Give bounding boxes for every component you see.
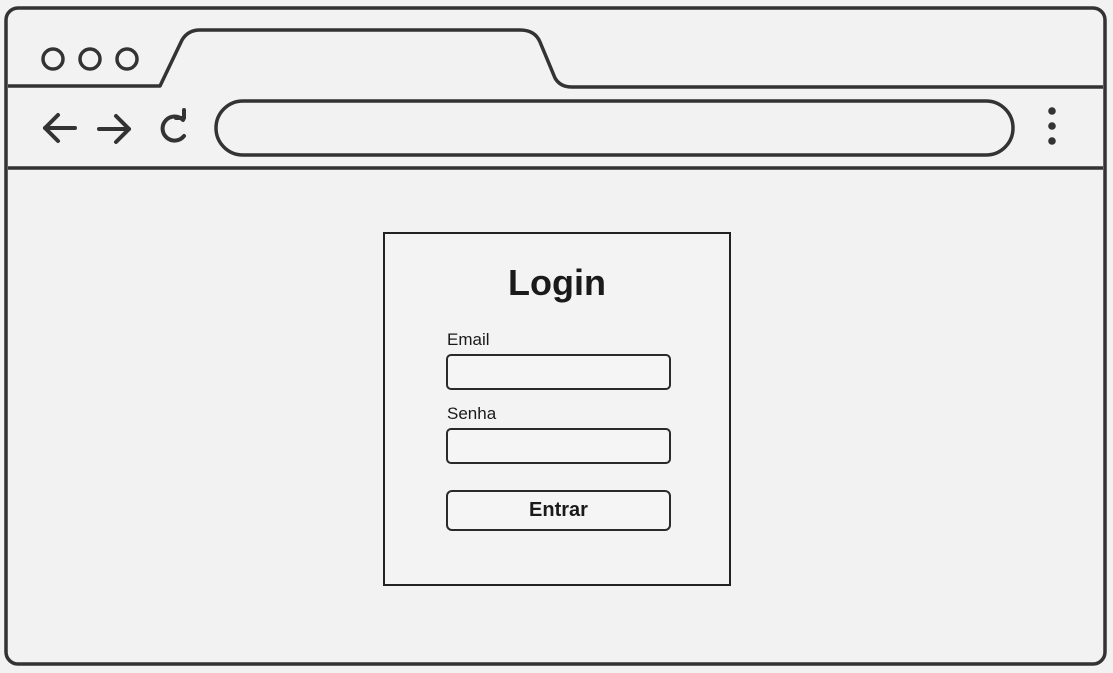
window-minimize-button[interactable] bbox=[78, 47, 102, 71]
login-title: Login bbox=[508, 262, 606, 303]
forward-button[interactable] bbox=[93, 110, 137, 148]
password-label: Senha bbox=[447, 404, 497, 423]
reload-button[interactable] bbox=[152, 108, 194, 150]
password-field[interactable] bbox=[446, 428, 671, 464]
browser-window: Login Email Senha Entrar bbox=[0, 0, 1113, 673]
login-form: Login Email Senha Entrar bbox=[383, 232, 731, 586]
browser-tab[interactable] bbox=[180, 30, 550, 86]
email-field[interactable] bbox=[446, 354, 671, 390]
back-button[interactable] bbox=[38, 110, 82, 148]
address-bar-input[interactable] bbox=[232, 106, 992, 150]
window-maximize-button[interactable] bbox=[115, 47, 139, 71]
login-submit-button[interactable]: Entrar bbox=[446, 490, 671, 531]
window-close-button[interactable] bbox=[41, 47, 65, 71]
email-label: Email bbox=[447, 330, 490, 349]
browser-menu-button[interactable] bbox=[1038, 104, 1066, 152]
